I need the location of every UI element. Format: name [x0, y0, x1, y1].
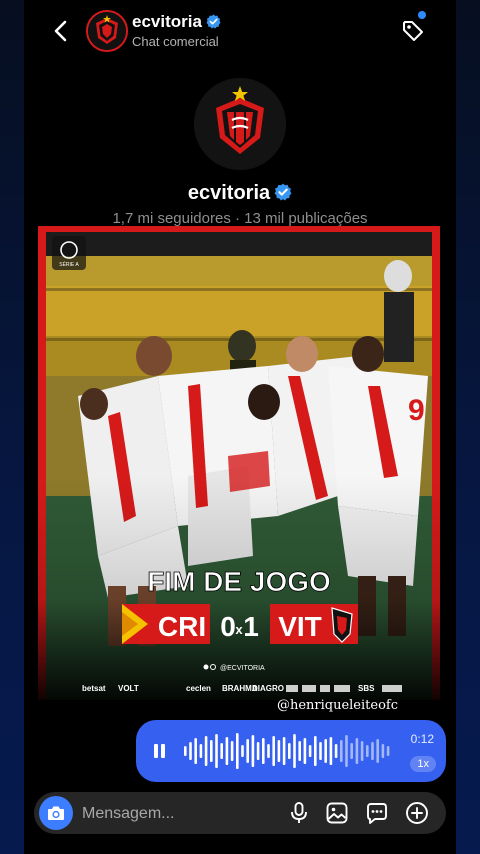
- tag-icon[interactable]: [400, 18, 426, 44]
- waveform-bar: [282, 737, 286, 765]
- watermark-handle: @henriqueleiteofc: [276, 698, 398, 713]
- verified-badge-icon: [274, 183, 292, 207]
- header-account-name[interactable]: ecvitoria: [132, 12, 221, 34]
- waveform-bar: [184, 746, 187, 756]
- waveform-bar: [194, 738, 197, 764]
- waveform-bar: [220, 743, 223, 759]
- waveform-bar: [236, 733, 239, 769]
- waveform-bar: [340, 740, 343, 762]
- profile-name-text: ecvitoria: [187, 182, 271, 204]
- thread-header: ecvitoria Chat comercial: [24, 0, 456, 62]
- waveform-bar: [355, 738, 359, 764]
- sponsor-5: DIAGRO: [252, 684, 284, 693]
- home-team-code: CRI: [158, 611, 206, 642]
- plus-icon[interactable]: [404, 800, 430, 826]
- waveform-bar: [225, 737, 229, 765]
- sticker-icon[interactable]: [364, 800, 390, 826]
- competition-logo: SÉRIE A: [52, 236, 86, 270]
- waveform-bar: [204, 736, 208, 766]
- waveform-bar: [314, 736, 317, 766]
- waveform-bar: [230, 741, 234, 761]
- waveform-bar: [246, 739, 249, 763]
- image-icon[interactable]: [324, 800, 350, 826]
- waveform-bar: [210, 740, 213, 762]
- waveform-bar: [334, 744, 338, 758]
- away-team-code: VIT: [278, 611, 322, 642]
- waveform-bar: [215, 734, 218, 768]
- waveform-bar: [256, 742, 260, 760]
- waveform-bar: [350, 743, 353, 759]
- header-avatar[interactable]: [86, 10, 128, 52]
- waveform-bar: [386, 746, 390, 756]
- waveform-bar: [189, 742, 192, 760]
- back-arrow-icon[interactable]: [50, 16, 72, 46]
- sponsor-2: VOLT: [118, 684, 139, 693]
- waveform-bar: [360, 741, 364, 761]
- waveform-bar: [272, 736, 275, 766]
- microphone-icon[interactable]: [286, 800, 312, 826]
- sponsor-1: betsat: [82, 684, 106, 693]
- header-account-name-text: ecvitoria: [132, 12, 202, 31]
- header-subtitle: Chat comercial: [132, 34, 219, 49]
- player-shirt-number: 9: [408, 394, 425, 427]
- pause-icon[interactable]: [154, 744, 166, 758]
- waveform-bar: [241, 745, 244, 757]
- home-score: 0: [220, 611, 236, 642]
- waveform-bar: [298, 741, 301, 761]
- waveform-bar: [319, 742, 322, 760]
- profile-stats: 1,7 mi seguidores · 13 mil publicações: [112, 210, 368, 227]
- waveform-bar: [345, 735, 348, 767]
- waveform-bar: [262, 738, 265, 764]
- waveform-bar: [366, 745, 369, 757]
- audio-duration: 0:12: [410, 732, 434, 746]
- waveform-bar: [329, 737, 333, 765]
- waveform-bar: [381, 744, 385, 758]
- message-composer: [34, 792, 446, 834]
- shared-post-image[interactable]: SÉRIE A 9 FIM DE JOGO CRI 0 x 1 VIT @ECV…: [38, 226, 440, 700]
- waveform-bar: [288, 743, 291, 759]
- score-separator: x: [235, 622, 243, 637]
- waveform-bar: [324, 739, 327, 763]
- sponsor-3: ceclen: [186, 684, 211, 693]
- waveform-bar: [267, 744, 270, 758]
- camera-icon[interactable]: [39, 796, 73, 830]
- profile-account-name[interactable]: ecvitoria: [24, 182, 456, 207]
- waveform-bar: [303, 738, 307, 764]
- audio-waveform[interactable]: [184, 730, 394, 772]
- waveform-bar: [376, 739, 379, 763]
- waveform-bar: [308, 745, 312, 757]
- post-headline: FIM DE JOGO: [147, 566, 331, 597]
- profile-avatar[interactable]: [194, 78, 286, 170]
- voice-message-bubble[interactable]: 0:12 1x: [136, 720, 446, 782]
- sponsor-6: SBS: [358, 684, 375, 693]
- waveform-bar: [371, 742, 374, 760]
- waveform-bar: [251, 735, 255, 767]
- away-score: 1: [243, 611, 259, 642]
- waveform-bar: [277, 740, 281, 762]
- verified-badge-icon: [206, 14, 221, 34]
- message-input[interactable]: [80, 800, 234, 828]
- waveform-bar: [293, 734, 296, 768]
- post-social-handle: @ECVITORIA: [220, 665, 265, 672]
- playback-speed-button[interactable]: 1x: [410, 756, 436, 772]
- waveform-bar: [199, 744, 203, 758]
- right-edge-glow: [454, 0, 480, 854]
- competition-mark: SÉRIE A: [59, 261, 79, 268]
- dm-thread-screen: ecvitoria Chat comercial ecvitoria 1,7 m…: [24, 0, 456, 854]
- left-edge-glow: [0, 0, 26, 854]
